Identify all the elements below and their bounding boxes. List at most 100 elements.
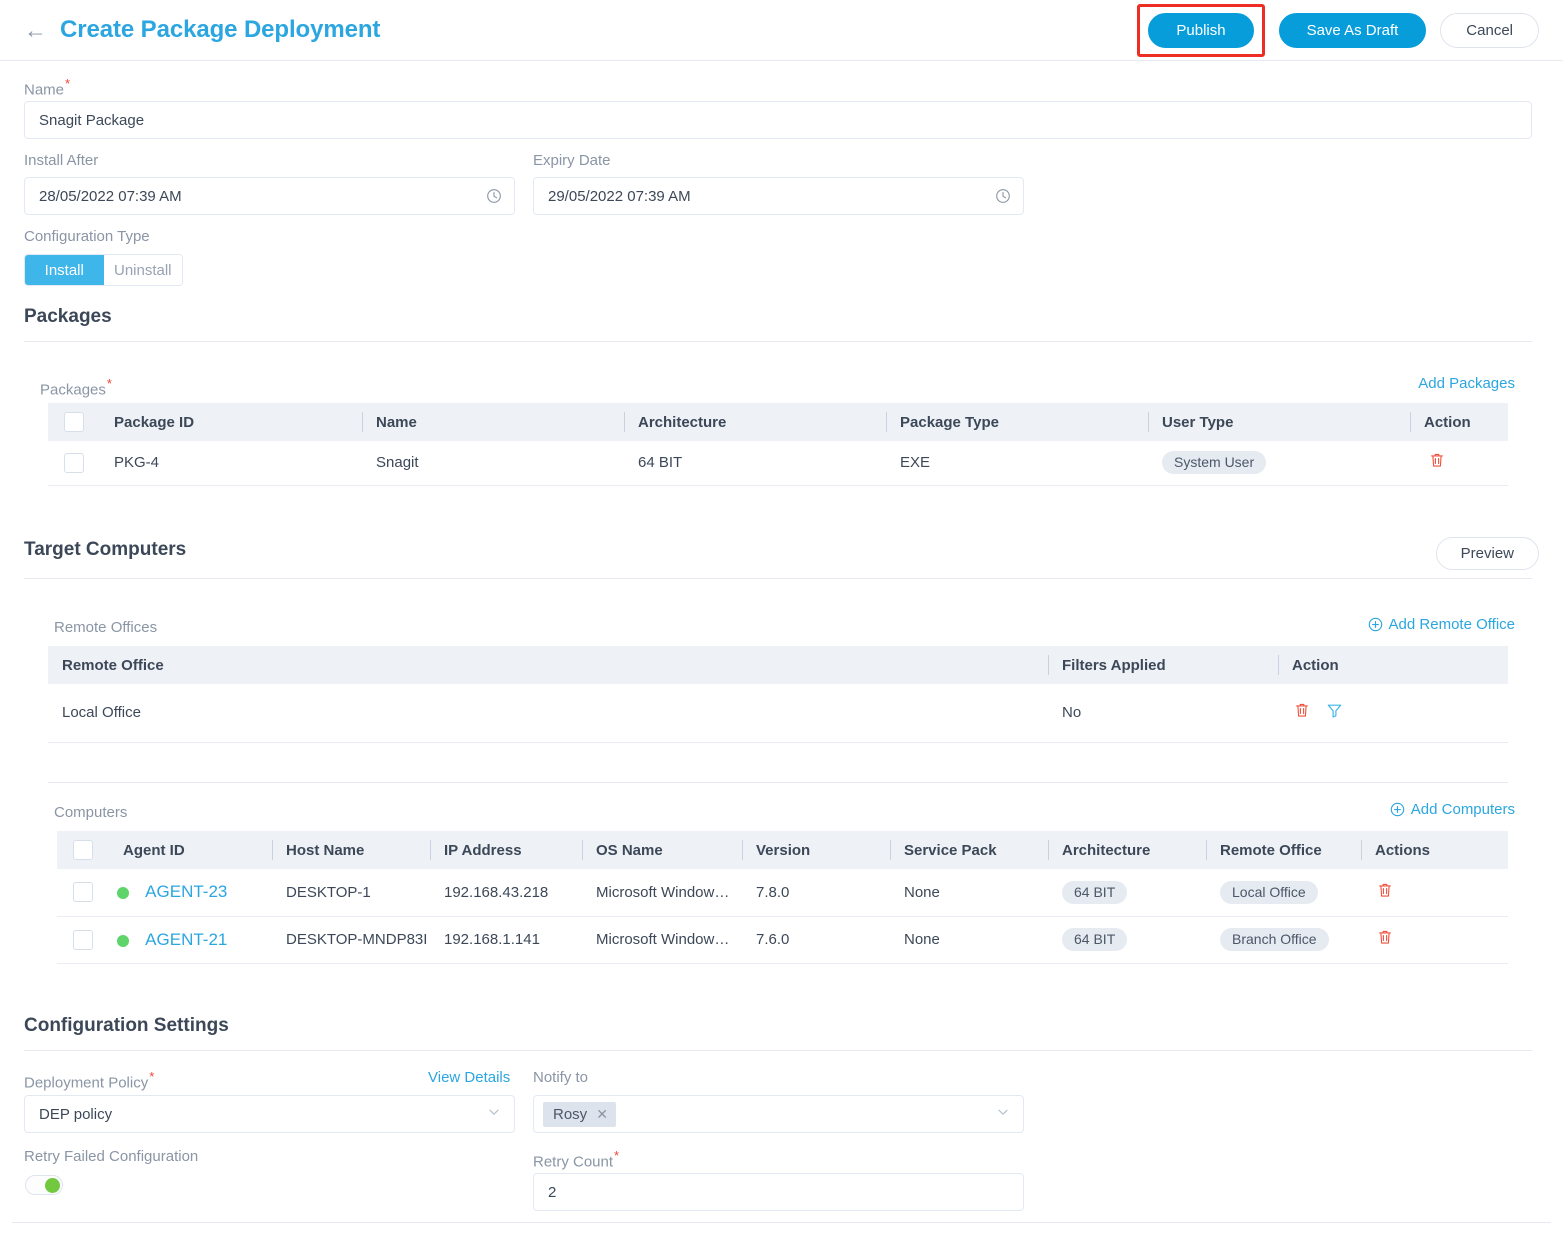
install-after-label: Install After xyxy=(24,152,99,169)
retry-count-value: 2 xyxy=(548,1183,557,1201)
cell-architecture: 64 BIT xyxy=(624,441,886,486)
col-action: Action xyxy=(1278,646,1508,684)
cell-agent-id: AGENT-23 xyxy=(109,869,272,917)
cell-os-name: Microsoft Window… xyxy=(582,869,742,917)
table-row[interactable]: AGENT-23 DESKTOP-1 192.168.43.218 Micros… xyxy=(57,869,1508,917)
cell-name: Snagit xyxy=(362,441,624,486)
plus-circle-icon xyxy=(1390,802,1405,817)
remote-offices-sub-label: Remote Offices xyxy=(54,619,158,636)
row-checkbox[interactable] xyxy=(73,929,93,950)
header-actions: Publish Save As Draft Cancel xyxy=(1137,3,1539,57)
table-row[interactable]: Local Office No xyxy=(48,684,1508,743)
required-marker: * xyxy=(106,376,112,391)
table-row[interactable]: AGENT-21 DESKTOP-MNDP83I 192.168.1.141 M… xyxy=(57,916,1508,964)
packages-section-title: Packages xyxy=(24,306,112,327)
preview-button[interactable]: Preview xyxy=(1435,537,1539,570)
cell-version: 7.8.0 xyxy=(742,869,890,917)
trash-icon[interactable] xyxy=(1294,702,1310,719)
name-input[interactable]: Snagit Package xyxy=(24,101,1532,139)
expiry-date-input[interactable]: 29/05/2022 07:39 AM xyxy=(533,177,1024,215)
row-checkbox[interactable] xyxy=(73,882,93,903)
computers-select-all-cell xyxy=(57,831,109,869)
cell-package-type: EXE xyxy=(886,441,1148,486)
required-marker: * xyxy=(149,1069,155,1084)
page-header: ← Create Package Deployment Publish Save… xyxy=(0,0,1563,61)
architecture-badge: 64 BIT xyxy=(1062,880,1128,904)
filter-icon[interactable] xyxy=(1326,702,1343,719)
packages-table-header-row: Package ID Name Architecture Package Typ… xyxy=(48,403,1508,441)
computers-table: Agent ID Host Name IP Address OS Name Ve… xyxy=(57,831,1508,964)
architecture-badge: 64 BIT xyxy=(1062,927,1128,952)
name-label-wrap: Name* xyxy=(24,76,70,99)
add-remote-office-label: Add Remote Office xyxy=(1388,616,1515,633)
cell-package-id: PKG-4 xyxy=(100,441,362,486)
col-user-type: User Type xyxy=(1148,403,1410,441)
trash-icon[interactable] xyxy=(1377,882,1393,899)
trash-icon[interactable] xyxy=(1429,452,1445,469)
close-icon[interactable]: ✕ xyxy=(596,1106,608,1123)
col-action: Action xyxy=(1410,403,1508,441)
row-checkbox[interactable] xyxy=(64,452,84,473)
clock-icon[interactable] xyxy=(486,188,502,204)
notify-to-chip: Rosy ✕ xyxy=(543,1101,616,1127)
agent-id-link[interactable]: AGENT-21 xyxy=(145,930,227,949)
agent-id-link[interactable]: AGENT-23 xyxy=(145,882,227,901)
add-computers-link[interactable]: Add Computers xyxy=(1390,801,1515,818)
install-after-input[interactable]: 28/05/2022 07:39 AM xyxy=(24,177,515,215)
retry-failed-configuration-toggle[interactable] xyxy=(25,1175,63,1195)
row-select-cell xyxy=(57,869,109,917)
add-remote-office-link[interactable]: Add Remote Office xyxy=(1368,616,1515,633)
publish-button[interactable]: Publish xyxy=(1148,12,1254,48)
page-title: Create Package Deployment xyxy=(60,16,381,43)
deployment-policy-value: DEP policy xyxy=(39,1105,113,1123)
notify-to-label: Notify to xyxy=(533,1069,589,1086)
cell-action xyxy=(1410,441,1508,486)
cell-os-name: Microsoft Window… xyxy=(582,916,742,964)
cell-version: 7.6.0 xyxy=(742,916,890,964)
cancel-button[interactable]: Cancel xyxy=(1440,12,1539,48)
create-package-deployment-page: ← Create Package Deployment Publish Save… xyxy=(0,0,1563,1260)
cell-actions xyxy=(1361,869,1508,917)
arrow-left-icon[interactable]: ← xyxy=(24,18,47,42)
select-all-checkbox[interactable] xyxy=(64,412,84,432)
config-type-uninstall[interactable]: Uninstall xyxy=(103,255,182,285)
cell-user-type: System User xyxy=(1148,441,1410,486)
view-details-link[interactable]: View Details xyxy=(428,1069,510,1086)
configuration-settings-title: Configuration Settings xyxy=(24,1015,229,1036)
cell-actions xyxy=(1361,916,1508,964)
cell-service-pack: None xyxy=(890,869,1048,917)
cell-actions xyxy=(1278,684,1508,743)
divider xyxy=(12,1222,1551,1223)
cell-remote-office: Local Office xyxy=(48,684,1048,743)
retry-count-label: Retry Count xyxy=(533,1153,614,1171)
deployment-policy-label: Deployment Policy xyxy=(24,1074,149,1092)
save-as-draft-button[interactable]: Save As Draft xyxy=(1278,12,1427,48)
remote-offices-table: Remote Office Filters Applied Action Loc… xyxy=(48,646,1508,743)
retry-count-input[interactable]: 2 xyxy=(533,1173,1024,1211)
row-select-cell xyxy=(48,441,100,486)
table-row[interactable]: PKG-4 Snagit 64 BIT EXE System User xyxy=(48,441,1508,486)
deployment-policy-select[interactable]: DEP policy xyxy=(24,1095,515,1133)
add-computers-label: Add Computers xyxy=(1410,801,1515,818)
config-type-install[interactable]: Install xyxy=(25,255,104,285)
col-version: Version xyxy=(742,831,890,869)
cell-agent-id: AGENT-21 xyxy=(109,916,272,964)
cell-service-pack: None xyxy=(890,916,1048,964)
cell-remote-office: Local Office xyxy=(1206,869,1361,917)
expiry-date-value: 29/05/2022 07:39 AM xyxy=(548,187,691,205)
col-ip-address: IP Address xyxy=(430,831,582,869)
select-all-checkbox[interactable] xyxy=(73,840,93,860)
expiry-date-label: Expiry Date xyxy=(533,152,611,169)
chevron-down-icon xyxy=(996,1105,1010,1123)
divider xyxy=(24,1050,1532,1051)
cell-ip-address: 192.168.1.141 xyxy=(430,916,582,964)
divider xyxy=(24,341,1532,342)
clock-icon[interactable] xyxy=(995,188,1011,204)
packages-select-all-cell xyxy=(48,403,100,441)
notify-to-select[interactable]: Rosy ✕ xyxy=(533,1095,1024,1133)
packages-sub-label: Packages* xyxy=(40,376,112,399)
computers-header-row: Agent ID Host Name IP Address OS Name Ve… xyxy=(57,831,1508,869)
trash-icon[interactable] xyxy=(1377,929,1393,946)
add-packages-link[interactable]: Add Packages xyxy=(1418,375,1515,392)
col-host-name: Host Name xyxy=(272,831,430,869)
